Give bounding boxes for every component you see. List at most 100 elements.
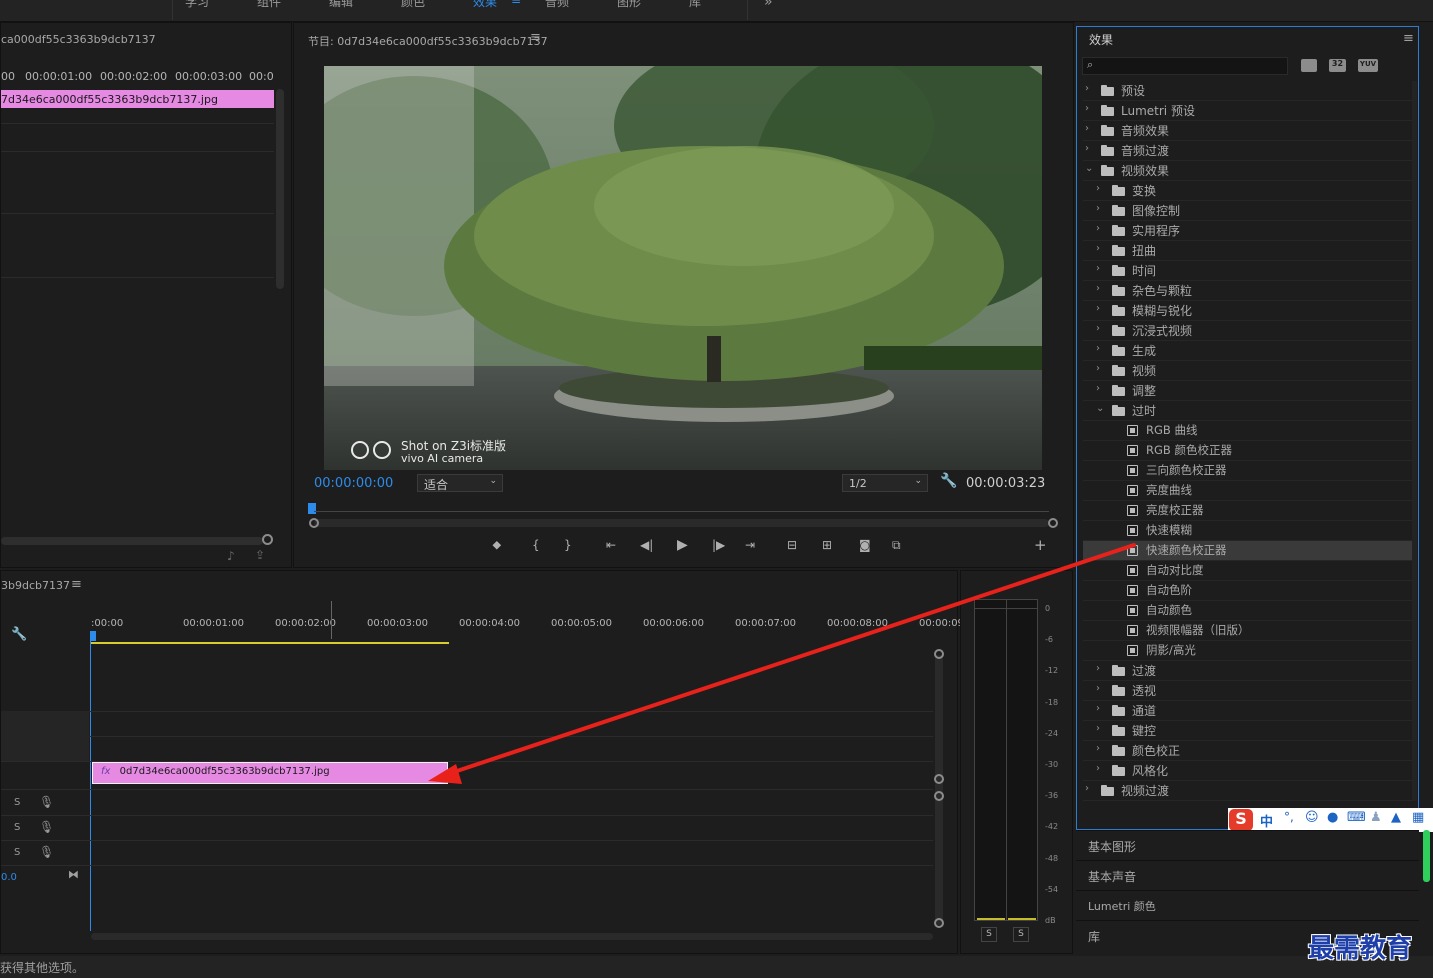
add-button-icon[interactable]: +: [1034, 536, 1047, 554]
effect-folder[interactable]: › 音频过渡: [1083, 141, 1413, 161]
effect-folder[interactable]: › 生成: [1083, 341, 1413, 361]
effect-folder[interactable]: › 扭曲: [1083, 241, 1413, 261]
effect-item[interactable]: 阴影/高光: [1083, 641, 1413, 661]
play-icon[interactable]: ▶: [677, 537, 688, 553]
source-vertical-scrollbar[interactable]: [276, 89, 284, 289]
mic-icon[interactable]: 🎙: [39, 795, 54, 809]
workspace-tab[interactable]: 组件: [257, 0, 281, 10]
solo-button[interactable]: S: [14, 847, 20, 858]
chevron-right-icon[interactable]: ›: [1096, 303, 1100, 314]
master-volume-value[interactable]: 0.0: [1, 872, 17, 883]
effect-item[interactable]: 亮度曲线: [1083, 481, 1413, 501]
chevron-right-icon[interactable]: ›: [1096, 663, 1100, 674]
effect-folder[interactable]: › 图像控制: [1083, 201, 1413, 221]
effect-folder[interactable]: › 视频过渡: [1083, 781, 1413, 801]
chevron-right-icon[interactable]: ›: [1096, 283, 1100, 294]
chevron-right-icon[interactable]: ›: [1085, 103, 1089, 114]
workspace-tab[interactable]: 图形: [617, 0, 641, 10]
add-marker-icon[interactable]: ⯁: [492, 539, 502, 554]
program-menu-icon[interactable]: ≡: [530, 30, 541, 45]
chevron-right-icon[interactable]: ›: [1096, 183, 1100, 194]
overflow-chevron-icon[interactable]: »: [764, 0, 773, 10]
effect-folder[interactable]: › 颜色校正: [1083, 741, 1413, 761]
accelerated-effects-icon[interactable]: [1301, 59, 1317, 72]
effect-item[interactable]: 快速颜色校正器: [1083, 541, 1413, 561]
mark-in-icon[interactable]: {: [532, 538, 540, 552]
chevron-right-icon[interactable]: ›: [1096, 743, 1100, 754]
ime-language-toggle[interactable]: 中: [1260, 811, 1273, 830]
workspace-tab[interactable]: 编辑: [329, 0, 353, 10]
go-to-out-icon[interactable]: ⇥: [745, 538, 755, 552]
effect-folder[interactable]: ⌄ 视频效果: [1083, 161, 1413, 181]
audio-note-icon[interactable]: ♪: [227, 549, 235, 563]
emoji-icon[interactable]: ☺: [1305, 810, 1319, 825]
chevron-right-icon[interactable]: ›: [1085, 83, 1089, 94]
scrub-ruler[interactable]: [314, 511, 1049, 512]
meter-solo-left[interactable]: S: [981, 927, 997, 942]
timeline-clip[interactable]: fx 0d7d34e6ca000df55c3363b9dcb7137.jpg: [92, 762, 448, 784]
lift-icon[interactable]: ⊟: [787, 538, 797, 552]
source-horizontal-scrollbar[interactable]: [1, 537, 263, 545]
user-icon[interactable]: ♟: [1370, 810, 1382, 825]
step-forward-icon[interactable]: |▶: [712, 538, 725, 552]
chevron-right-icon[interactable]: ›: [1085, 123, 1089, 134]
mic-icon[interactable]: 🎙: [39, 845, 54, 859]
workspace-tab[interactable]: 颜色: [401, 0, 425, 10]
effect-folder[interactable]: › 音频效果: [1083, 121, 1413, 141]
work-area-bar[interactable]: [91, 642, 449, 644]
tab-lumetri-color[interactable]: Lumetri 颜色: [1076, 890, 1419, 919]
v-scroll-handle[interactable]: [934, 649, 944, 659]
go-to-in-icon[interactable]: ⇤: [606, 538, 616, 552]
effect-folder[interactable]: › Lumetri 预设: [1083, 101, 1413, 121]
workspace-tab[interactable]: 音频: [545, 0, 569, 10]
punctuation-icon[interactable]: °,: [1284, 810, 1294, 824]
workspace-tab[interactable]: 学习: [185, 0, 209, 10]
effect-item[interactable]: RGB 颜色校正器: [1083, 441, 1413, 461]
chevron-right-icon[interactable]: ›: [1096, 243, 1100, 254]
effect-folder[interactable]: › 模糊与锐化: [1083, 301, 1413, 321]
source-clip[interactable]: 7d34e6ca000df55c3363b9dcb7137.jpg: [1, 90, 274, 108]
effect-item[interactable]: 视频限幅器（旧版）: [1083, 621, 1413, 641]
v-scroll-handle[interactable]: [934, 918, 944, 928]
toolbox-icon[interactable]: ▦: [1412, 810, 1424, 825]
effect-folder[interactable]: › 沉浸式视频: [1083, 321, 1413, 341]
effect-folder[interactable]: › 键控: [1083, 721, 1413, 741]
effect-folder[interactable]: › 调整: [1083, 381, 1413, 401]
chevron-right-icon[interactable]: ›: [1096, 363, 1100, 374]
playhead-marker[interactable]: [308, 503, 316, 514]
keyboard-icon[interactable]: ⌨: [1347, 810, 1366, 825]
effect-item[interactable]: 亮度校正器: [1083, 501, 1413, 521]
chevron-right-icon[interactable]: ›: [1096, 223, 1100, 234]
fit-dropdown[interactable]: 适合 ⌄: [417, 474, 503, 492]
zoom-handle-left[interactable]: [309, 518, 319, 528]
chevron-right-icon[interactable]: ›: [1085, 143, 1089, 154]
go-to-end-icon[interactable]: ⧓: [68, 868, 79, 881]
effect-folder[interactable]: › 风格化: [1083, 761, 1413, 781]
sogou-logo-icon[interactable]: S: [1229, 809, 1253, 831]
chevron-right-icon[interactable]: ›: [1096, 383, 1100, 394]
export-icon[interactable]: ⇪: [255, 548, 265, 562]
meter-solo-right[interactable]: S: [1013, 927, 1029, 942]
32bit-effects-icon[interactable]: 32: [1329, 59, 1346, 72]
effect-folder[interactable]: › 变换: [1083, 181, 1413, 201]
current-timecode[interactable]: 00:00:00:00: [314, 476, 393, 491]
chevron-right-icon[interactable]: ›: [1096, 703, 1100, 714]
tab-essential-graphics[interactable]: 基本图形: [1076, 830, 1419, 859]
solo-button[interactable]: S: [14, 797, 20, 808]
effect-item[interactable]: 自动颜色: [1083, 601, 1413, 621]
mic-icon[interactable]: 🎙: [39, 820, 54, 834]
source-scroll-handle[interactable]: [262, 534, 273, 545]
zoom-scrollbar[interactable]: [314, 519, 1049, 527]
effect-item[interactable]: 三向颜色校正器: [1083, 461, 1413, 481]
chevron-right-icon[interactable]: ›: [1096, 263, 1100, 274]
chevron-right-icon[interactable]: ›: [1085, 783, 1089, 794]
chevron-right-icon[interactable]: ›: [1096, 323, 1100, 334]
effects-scrollbar[interactable]: [1412, 81, 1417, 801]
effects-menu-icon[interactable]: ≡: [1403, 31, 1414, 46]
camera-icon[interactable]: ◙: [859, 538, 871, 552]
voice-icon[interactable]: ●: [1327, 810, 1338, 825]
effect-folder[interactable]: › 视频: [1083, 361, 1413, 381]
effect-folder[interactable]: › 通道: [1083, 701, 1413, 721]
chevron-right-icon[interactable]: ›: [1096, 683, 1100, 694]
extract-icon[interactable]: ⊞: [822, 538, 832, 552]
